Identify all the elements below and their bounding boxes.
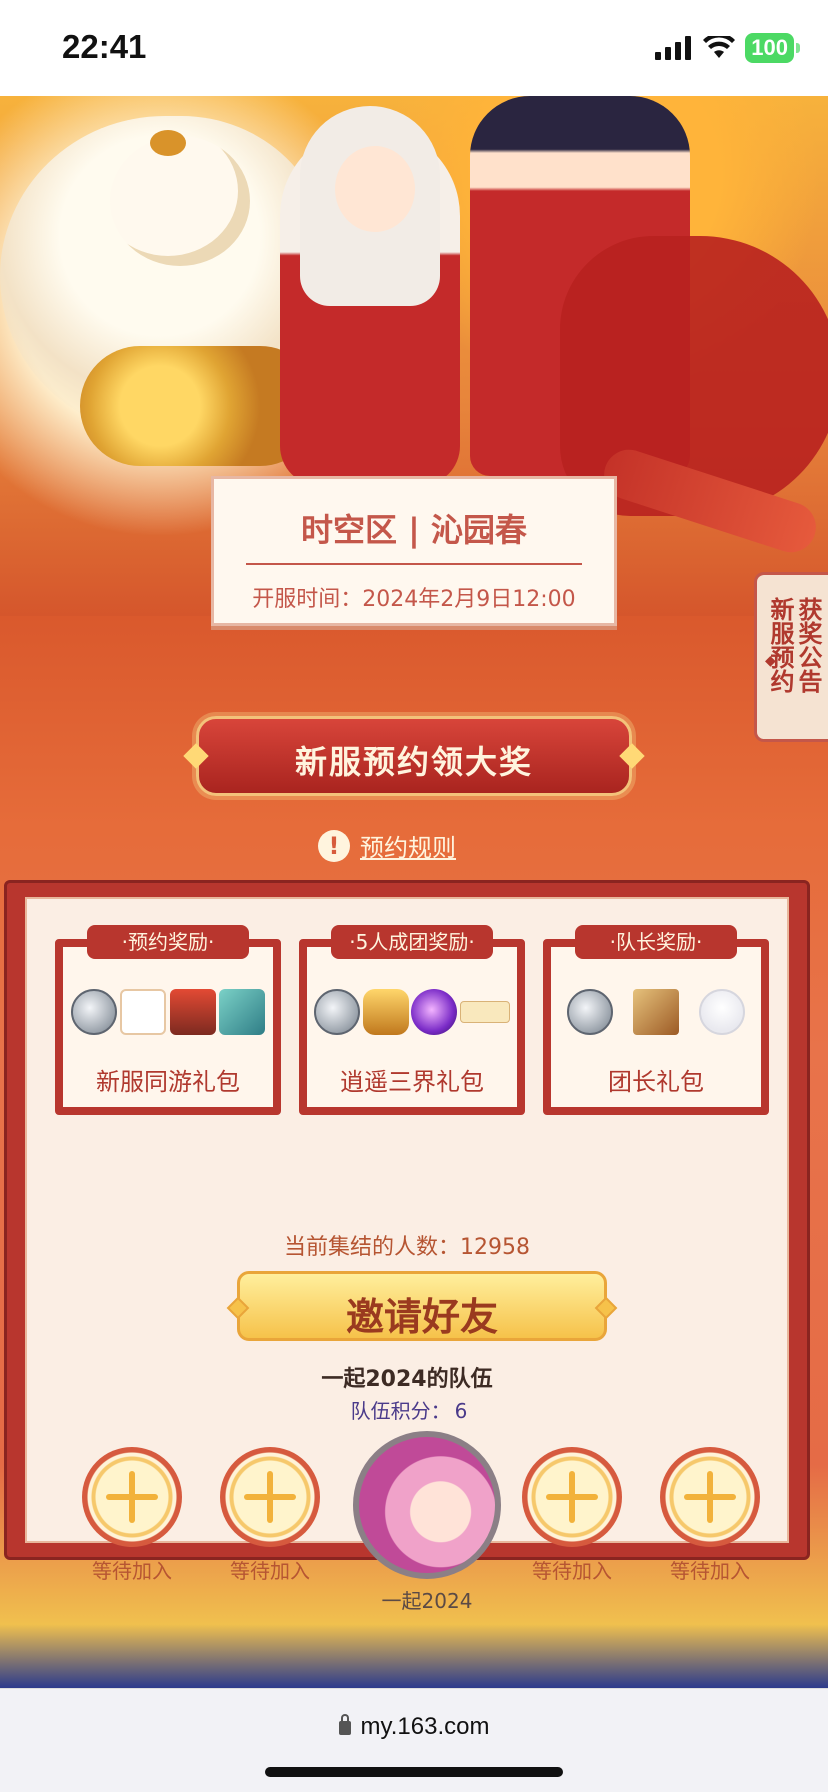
plus-icon [680, 1467, 740, 1527]
home-indicator[interactable] [265, 1767, 563, 1777]
empty-slot-4[interactable]: 等待加入 [655, 1447, 765, 1584]
reward-badge: ·队长奖励· [575, 925, 737, 959]
chevron-right-icon: ◆ [765, 653, 776, 669]
status-icons: 100 [655, 33, 800, 63]
reward-badge: ·预约奖励· [87, 925, 249, 959]
reservation-panel: ·预约奖励· 新服同游礼包 ·5人成团奖励· 逍遥三界礼包 ·队长奖励· 团长礼… [4, 880, 810, 1613]
slot-label: 等待加入 [230, 1559, 310, 1583]
status-bar: 22:41 100 [0, 0, 828, 96]
lion-head [110, 136, 250, 266]
url-text: my.163.com [360, 1713, 490, 1740]
reward-card-reserve[interactable]: ·预约奖励· 新服同游礼包 [55, 925, 281, 1115]
reward-items [557, 983, 755, 1041]
status-time: 22:41 [62, 28, 147, 65]
slot-label: 等待加入 [92, 1559, 172, 1583]
reservation-banner-label: 新服预约领大奖 [294, 743, 533, 781]
lock-icon [338, 1713, 351, 1735]
reward-name: 新服同游礼包 [96, 1068, 240, 1096]
coin-icon [567, 989, 613, 1035]
panel-inner: ·预约奖励· 新服同游礼包 ·5人成团奖励· 逍遥三界礼包 ·队长奖励· 团长礼… [25, 897, 789, 1613]
reward-items [313, 983, 511, 1041]
reward-name: 团长礼包 [608, 1068, 704, 1096]
ghost-icon [699, 989, 745, 1035]
slot-circle [522, 1447, 622, 1547]
signal-icon [655, 36, 692, 60]
lion-crest [150, 130, 186, 156]
plus-icon [240, 1467, 300, 1527]
team-score-value: 6 [454, 1399, 468, 1423]
slot-circle [220, 1447, 320, 1547]
reward-name: 逍遥三界礼包 [340, 1068, 484, 1096]
gathered-count: 当前集结的人数：12958 [284, 1235, 530, 1260]
coin-icon [314, 989, 361, 1035]
reward-card-team[interactable]: ·5人成团奖励· 逍遥三界礼包 [299, 925, 525, 1115]
rules-link[interactable]: ! 预约规则 [318, 828, 456, 863]
avatar [353, 1431, 501, 1579]
winner-announcement-tab[interactable]: 新服预约 获奖公告 ◆ [754, 572, 828, 742]
battery-icon: 100 [745, 33, 800, 63]
invite-friends-button[interactable]: 邀请好友 [226, 1271, 618, 1341]
coin-icon [70, 989, 117, 1035]
card-icon [120, 989, 167, 1035]
gourd-icon [362, 989, 409, 1035]
reward-card-leader[interactable]: ·队长奖励· 团长礼包 [543, 925, 769, 1115]
plus-icon [542, 1467, 602, 1527]
reward-items [69, 983, 267, 1041]
plus-icon [102, 1467, 162, 1527]
server-title: 时空区 | 沁园春 [301, 511, 527, 549]
reservation-banner: 新服预约领大奖 [183, 716, 645, 796]
empty-slot-3[interactable]: 等待加入 [517, 1447, 627, 1584]
leader-name: 一起2024 [381, 1589, 473, 1613]
slot-circle [660, 1447, 760, 1547]
rules-label: 预约规则 [360, 834, 456, 862]
server-info-card: 时空区 | 沁园春 开服时间：2024年2月9日12:00 [211, 476, 617, 626]
team-score-label: 队伍积分： [350, 1399, 451, 1423]
divider [246, 563, 582, 565]
wifi-icon [703, 36, 736, 58]
team-score: 队伍积分： 6 [27, 1395, 787, 1424]
server-open-time: 开服时间：2024年2月9日12:00 [252, 587, 576, 612]
slot-circle [82, 1447, 182, 1547]
empty-slot-1[interactable]: 等待加入 [77, 1447, 187, 1584]
invite-label: 邀请好友 [345, 1294, 498, 1339]
url-field[interactable]: my.163.com [0, 1713, 828, 1741]
team-leader[interactable]: 一起2024 [353, 1431, 501, 1614]
event-banner: 时空区 | 沁园春 开服时间：2024年2月9日12:00 新服预约 获奖公告 … [0, 96, 828, 1688]
book-icon [219, 989, 266, 1035]
map-icon [633, 989, 679, 1035]
hero-icon [169, 989, 216, 1035]
team-name: 一起2024的队伍 [321, 1367, 493, 1392]
side-tab-col2: 获奖公告 [794, 597, 822, 693]
empty-slot-2[interactable]: 等待加入 [215, 1447, 325, 1584]
orb-icon [411, 989, 458, 1035]
reward-badge: ·5人成团奖励· [331, 925, 493, 959]
girl-face [335, 146, 415, 232]
ticket-icon [459, 1001, 510, 1023]
slot-label: 等待加入 [670, 1559, 750, 1583]
slot-label: 等待加入 [532, 1559, 612, 1583]
exclamation-icon: ! [318, 829, 350, 862]
